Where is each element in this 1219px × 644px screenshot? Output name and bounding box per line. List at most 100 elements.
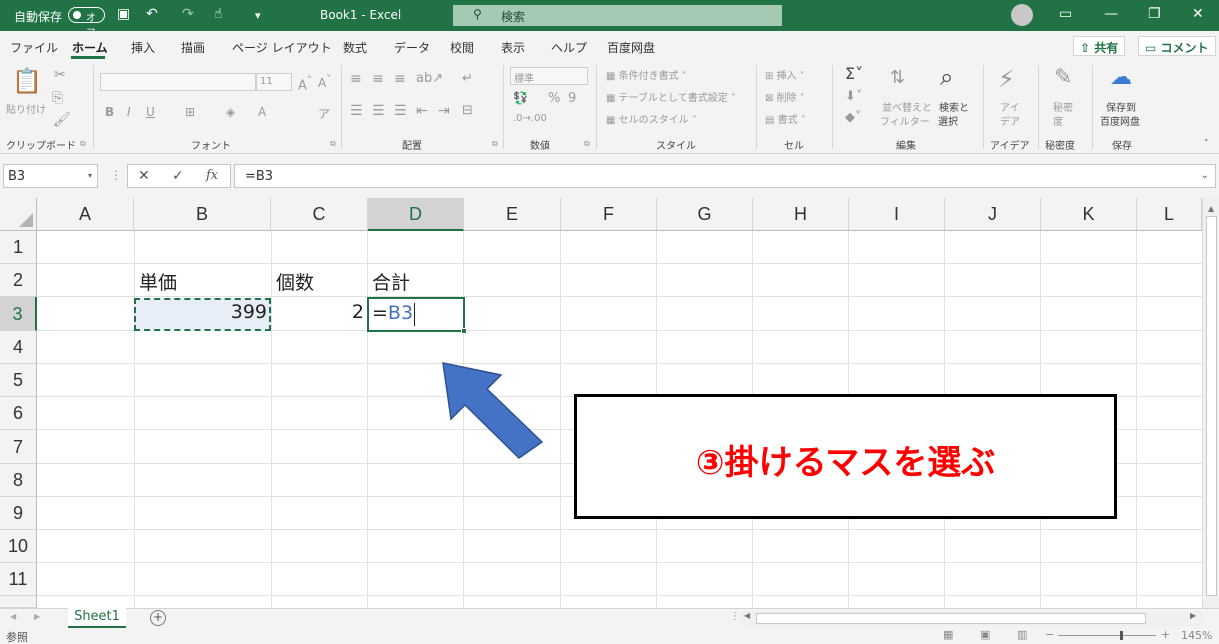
font-launcher-icon[interactable]: ⧉ [330,139,336,149]
row-header-3[interactable]: 3 [0,297,37,331]
cell-styles-button[interactable]: ▦ セルのスタイル ˅ [606,111,697,126]
find-select-label-1[interactable]: 検索と [939,99,969,114]
name-box-dropdown-icon[interactable]: ▾ [88,171,92,180]
conditional-formatting-button[interactable]: ▦ 条件付き書式 ˅ [606,67,687,82]
fill-handle[interactable] [461,328,467,334]
col-header-c[interactable]: C [271,198,368,231]
tab-view[interactable]: 表示 [501,39,525,56]
sensitivity-label-1[interactable]: 秘密 [1053,99,1073,114]
row-header-9[interactable]: 9 [0,497,37,530]
scroll-up-icon[interactable]: ▲ [1208,204,1214,213]
cancel-icon[interactable]: ✕ [138,168,150,184]
redo-icon[interactable]: ↷ [182,6,194,22]
top-align-icon[interactable]: ≡ [350,71,362,87]
align-right-icon[interactable]: ☰ [394,103,407,119]
sort-filter-label-1[interactable]: 並べ替えと [882,99,932,114]
cell-d2[interactable]: 合計 [372,268,410,295]
tab-review[interactable]: 校閲 [450,39,474,56]
vertical-scrollbar[interactable]: ▲ [1202,198,1219,608]
col-header-l[interactable]: L [1137,198,1202,231]
find-select-icon[interactable]: ⌕ [940,63,953,91]
number-format-select[interactable]: 標準 [510,67,588,85]
zoom-out-icon[interactable]: − [1045,628,1054,641]
cut-icon[interactable]: ✂ [54,67,66,83]
sort-filter-label-2[interactable]: フィルター [880,113,930,128]
phonetic-icon[interactable]: ア [318,105,330,122]
share-button[interactable]: ⇧ 共有 [1073,36,1126,56]
horizontal-scrollbar[interactable]: ◀ ▶ [742,611,1202,626]
paste-label[interactable]: 貼り付け [6,101,46,116]
baidu-save-label-1[interactable]: 保存到 [1106,99,1136,114]
tab-file[interactable]: ファイル [10,39,58,56]
scroll-left-icon[interactable]: ◀ [744,611,750,620]
format-painter-icon[interactable]: 🖌 [53,112,71,128]
col-header-k[interactable]: K [1041,198,1137,231]
col-header-i[interactable]: I [849,198,945,231]
col-header-j[interactable]: J [945,198,1041,231]
expand-formula-icon[interactable]: ⌄ [1201,170,1209,181]
scroll-right-icon[interactable]: ▶ [1190,611,1196,620]
close-icon[interactable]: ✕ [1192,6,1204,22]
format-as-table-button[interactable]: ▦ テーブルとして書式設定 ˅ [606,89,736,104]
cell-b3[interactable]: 399 [134,301,267,323]
tab-formulas[interactable]: 数式 [343,39,367,56]
zoom-slider-thumb[interactable] [1120,631,1123,640]
name-box[interactable]: B3 ▾ [3,164,98,188]
clear-icon[interactable]: ◆˅ [845,110,862,125]
increase-font-icon[interactable]: A˄ [298,74,312,93]
cell-b2[interactable]: 単価 [139,268,177,295]
row-header-10[interactable]: 10 [0,530,37,563]
select-all-corner[interactable] [0,198,37,231]
collapse-ribbon-icon[interactable]: ˄ [1204,139,1209,149]
tab-page-layout[interactable]: ページ レイアウト [232,39,332,56]
zoom-slider[interactable] [1058,631,1156,640]
underline-icon[interactable]: U [146,105,155,119]
ribbon-display-icon[interactable]: ▭ [1059,6,1072,22]
normal-view-icon[interactable]: ▦ [943,628,953,641]
alignment-launcher-icon[interactable]: ⧉ [492,139,498,149]
prev-sheet-icon[interactable]: ◀ [10,612,16,621]
increase-decimal-icon[interactable]: .0→.00 [513,113,547,124]
col-header-e[interactable]: E [464,198,561,231]
page-layout-view-icon[interactable]: ▣ [980,628,990,641]
save-icon[interactable]: ▣ [117,6,130,22]
tab-insert[interactable]: 挿入 [131,39,155,56]
account-avatar[interactable] [1011,4,1033,26]
find-select-label-2[interactable]: 選択 [938,113,958,128]
zoom-in-icon[interactable]: + [1161,628,1170,641]
align-left-icon[interactable]: ☰ [350,103,363,119]
baidu-save-label-2[interactable]: 百度网盘 [1100,113,1140,128]
touch-mode-icon[interactable]: ☝ [214,6,223,22]
tab-splitter-icon[interactable]: ⋮ [730,611,740,622]
restore-icon[interactable]: ❐ [1148,6,1161,22]
cell-c2[interactable]: 個数 [276,268,314,295]
undo-icon[interactable]: ↶ [146,6,158,22]
row-header-1[interactable]: 1 [0,231,37,264]
row-header-5[interactable]: 5 [0,364,37,397]
tab-data[interactable]: データ [394,39,430,56]
autosave-toggle[interactable]: オフ [68,7,105,39]
baidu-cloud-icon[interactable]: ☁ [1110,65,1132,90]
insert-cells-button[interactable]: ⊞ 挿入 ˅ [765,67,805,82]
percent-icon[interactable]: % [548,91,560,106]
clipboard-launcher-icon[interactable]: ⧉ [80,139,86,149]
cell-d3[interactable]: =B3 [372,302,413,324]
merge-center-icon[interactable]: ⊟ [462,103,473,118]
col-header-d[interactable]: D [368,198,464,231]
ideas-label-1[interactable]: アイ [1000,99,1020,114]
decrease-font-icon[interactable]: A˅ [318,74,331,90]
tab-help[interactable]: ヘルプ [551,39,587,56]
bottom-align-icon[interactable]: ≡ [394,71,406,87]
row-header-6[interactable]: 6 [0,397,37,430]
delete-cells-button[interactable]: ⊠ 削除 ˅ [765,89,805,104]
sort-filter-icon[interactable]: ⇅ [890,67,905,88]
row-header-2[interactable]: 2 [0,264,37,297]
font-color-icon[interactable]: A [258,105,266,119]
row-header-11[interactable]: 11 [0,563,37,596]
font-name-select[interactable] [100,73,256,91]
number-launcher-icon[interactable]: ⧉ [584,139,590,149]
sensitivity-icon[interactable]: ✎ [1054,65,1072,90]
autosum-icon[interactable]: Σ˅ [845,64,863,83]
sheet-tab-sheet1[interactable]: Sheet1 [68,608,126,628]
next-sheet-icon[interactable]: ▶ [34,612,40,621]
